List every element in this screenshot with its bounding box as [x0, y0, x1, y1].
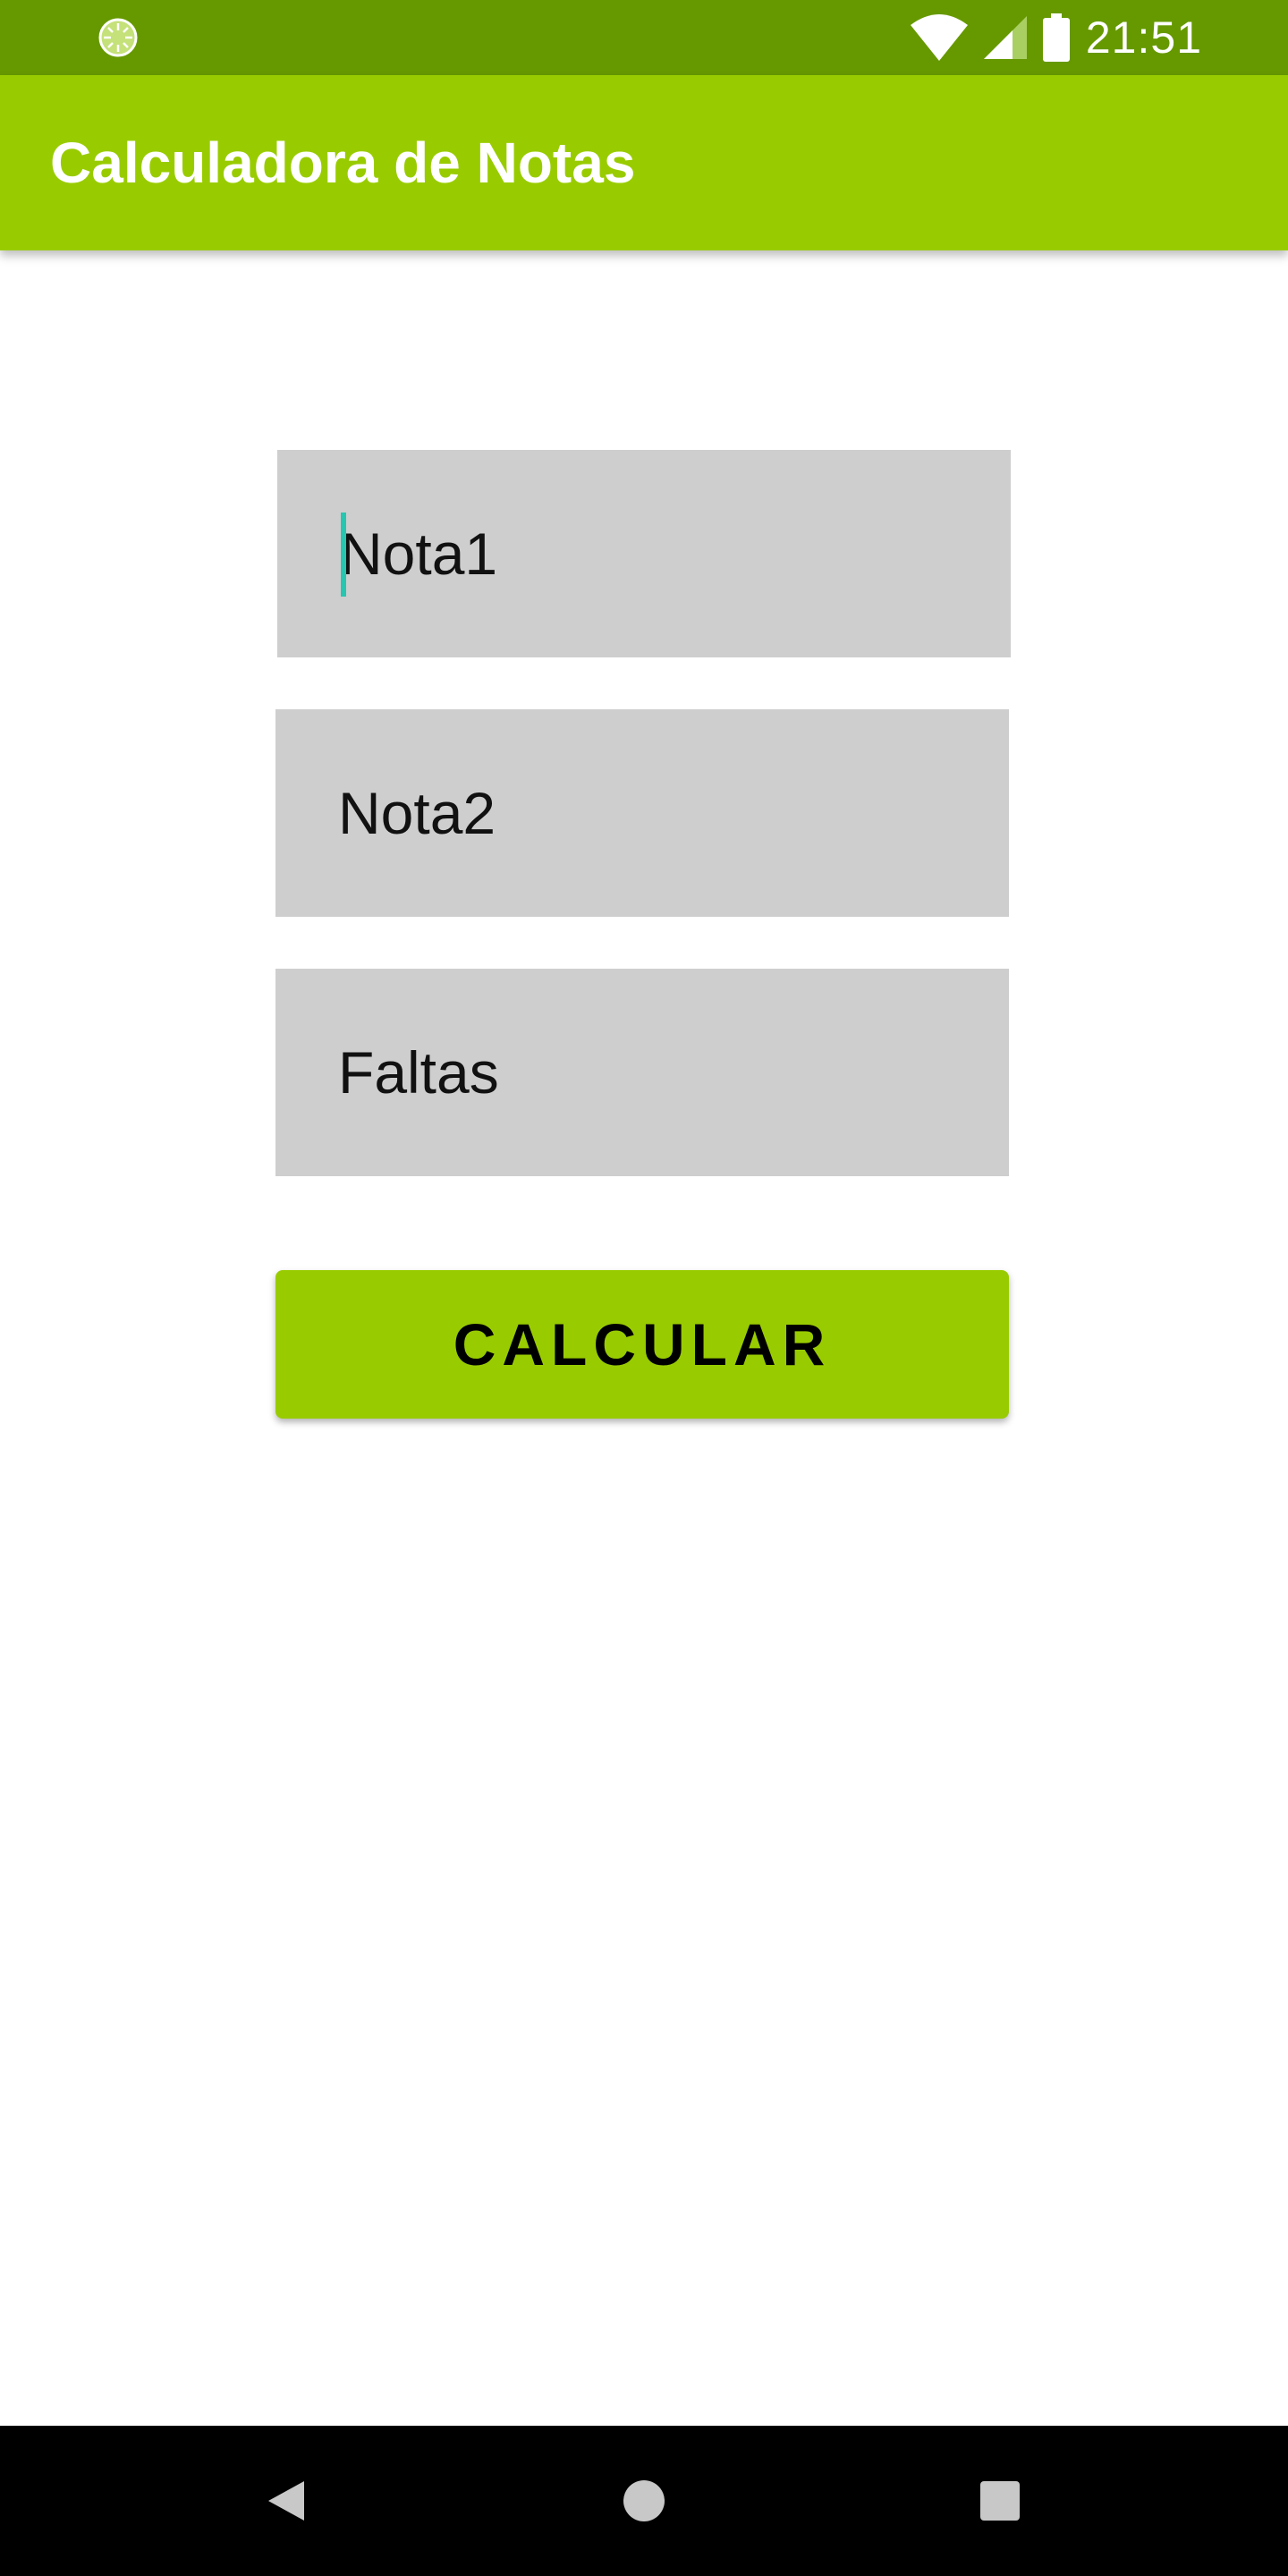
app-title: Calculadora de Notas [50, 131, 636, 195]
recents-icon [980, 2481, 1020, 2521]
back-icon [268, 2481, 304, 2521]
battery-icon [1042, 13, 1070, 62]
recents-button[interactable] [928, 2426, 1072, 2576]
nota1-input[interactable]: Nota1 [277, 450, 1011, 657]
home-icon [623, 2480, 665, 2521]
faltas-placeholder: Faltas [338, 1039, 499, 1106]
wifi-icon [910, 14, 968, 61]
status-icons: 21:51 [910, 0, 1202, 75]
app-bar: Calculadora de Notas [0, 75, 1288, 250]
navigation-bar [0, 2426, 1288, 2576]
calcular-button[interactable]: CALCULAR [275, 1270, 1009, 1419]
text-cursor [341, 513, 346, 597]
faltas-input[interactable]: Faltas [275, 969, 1009, 1176]
nota1-placeholder: Nota1 [340, 521, 498, 587]
signal-icon [983, 16, 1027, 59]
nota2-input[interactable]: Nota2 [275, 709, 1009, 917]
status-time: 21:51 [1085, 13, 1202, 63]
status-bar: 21:51 [0, 0, 1288, 75]
nota2-placeholder: Nota2 [338, 780, 496, 846]
loading-icon [98, 18, 138, 57]
home-button[interactable] [572, 2426, 716, 2576]
back-button[interactable] [215, 2426, 358, 2576]
